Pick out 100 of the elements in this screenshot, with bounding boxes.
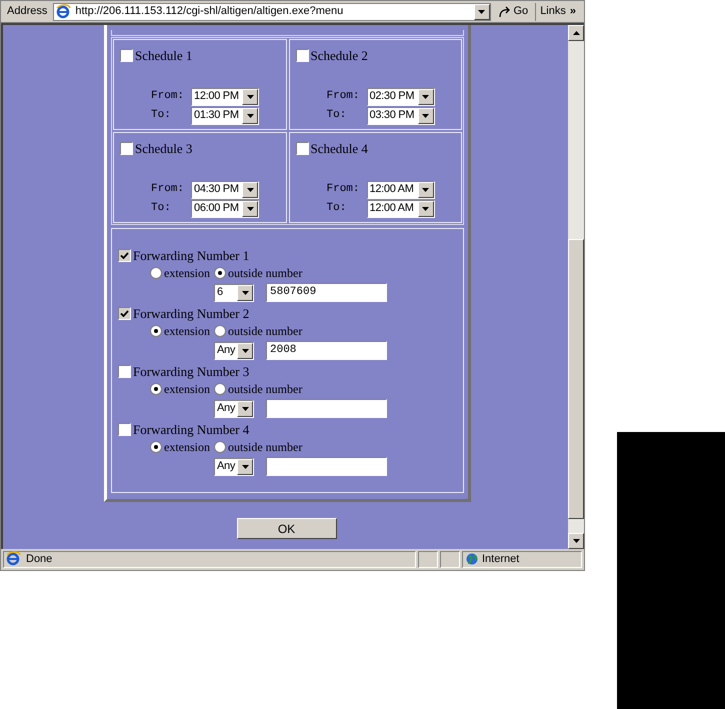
time-label: To: [326,108,348,124]
time-label: From: [326,182,361,198]
dropdown-value: 12:00 PM [193,91,240,102]
time-label: From: [151,182,186,198]
radio-label: outside number [228,438,302,456]
dropdown-button[interactable] [418,182,434,198]
dropdown[interactable]: Any [214,342,254,360]
checkbox[interactable] [118,365,131,378]
dropdown[interactable]: 12:00 AM [366,200,434,218]
caret-icon [572,31,580,35]
dropdown-value: Any [216,403,236,414]
number-field[interactable] [266,399,387,418]
checkbox[interactable] [118,307,131,320]
forwarding-label: Forwarding Number 3 [133,362,250,381]
dropdown-button[interactable] [242,200,258,216]
forwarding-label: Forwarding Number 4 [133,420,250,439]
dropdown[interactable]: 06:00 PM [191,200,259,218]
number-field[interactable]: 2008 [266,341,387,360]
dropdown[interactable]: 6 [214,284,254,302]
time-label: To: [151,108,172,124]
status-pane [418,550,438,568]
chevron-icon: » [570,3,576,20]
schedule-label: Schedule 3 [135,140,192,158]
caret-icon [246,206,254,210]
radio-button[interactable] [214,266,226,278]
address-label: Address [6,4,48,20]
number-field[interactable]: 5807609 [266,283,387,302]
checkbox[interactable] [296,49,308,62]
browser-icon [56,4,72,20]
scroll-button[interactable] [568,533,584,549]
dropdown-value: 12:00 AM [368,184,415,195]
number-field[interactable] [266,457,387,476]
dropdown-button[interactable] [237,342,254,358]
check-icon [120,252,129,259]
dropdown-button[interactable] [418,200,434,216]
caret-icon [246,94,254,98]
schedule-label: Schedule 4 [310,140,368,158]
checkbox[interactable] [118,423,131,436]
radio-button[interactable] [150,382,162,394]
check-icon [120,310,129,317]
radio-button[interactable] [214,440,226,452]
caret-icon [242,290,248,294]
dropdown[interactable]: 12:00 AM [366,180,434,198]
radio-label: outside number [228,322,302,340]
dropdown-value: Any [216,461,236,472]
radio-button[interactable] [214,324,226,336]
checkbox[interactable] [120,142,133,156]
scrollbar[interactable] [568,25,584,549]
radio-label: extension [164,322,210,340]
radio-label: extension [164,264,210,282]
dropdown-button[interactable] [242,182,258,198]
dropdown-value: 01:30 PM [193,110,240,121]
caret-icon [242,406,249,410]
dropdown-button[interactable] [418,108,434,124]
caret-icon [422,206,429,210]
dropdown-value: 12:00 AM [368,203,415,214]
time-label: To: [326,201,348,216]
radio-label: outside number [228,264,302,282]
radio-label: extension [164,438,210,456]
dropdown[interactable]: 01:30 PM [191,106,259,124]
globe-icon [466,553,478,565]
dropdown-button[interactable] [418,88,434,104]
url-text: http://206.111.153.112/cgi-shl/altigen/altigen.exe?menu [75,4,344,20]
checkbox[interactable] [296,142,308,156]
dropdown-button[interactable] [237,400,254,416]
dropdown-button[interactable] [474,4,490,20]
scroll-thumb[interactable] [568,239,584,519]
dropdown-value: 03:30 PM [368,110,416,121]
radio-button[interactable] [214,382,226,394]
scroll-button[interactable] [568,25,584,41]
ok-button[interactable]: OK [236,518,336,539]
status-pane [440,550,460,568]
dropdown[interactable]: Any [214,400,254,418]
radio-button[interactable] [150,440,162,452]
dropdown[interactable]: 12:00 PM [191,88,259,106]
caret-icon [572,539,580,543]
dropdown[interactable]: 02:30 PM [366,88,434,106]
forwarding-label: Forwarding Number 2 [133,304,250,323]
links-button[interactable]: Links » [535,2,580,20]
checkbox[interactable] [120,49,133,62]
dropdown-button[interactable] [237,284,253,300]
dropdown-value: 6 [216,287,224,298]
status-text: Done [26,552,52,567]
dropdown-button[interactable] [242,108,258,124]
dropdown[interactable]: 03:30 PM [366,106,434,124]
dropdown-value: 04:30 PM [193,184,240,195]
dropdown[interactable]: 04:30 PM [191,180,259,198]
dropdown-button[interactable] [242,88,258,104]
schedule-label: Schedule 2 [310,47,368,65]
links-label: Links [540,4,566,20]
dropdown-value: 06:00 PM [193,203,240,214]
address-field[interactable]: http://206.111.153.112/cgi-shl/altigen/altigen.exe?menu [53,2,490,20]
caret-icon [246,114,254,118]
go-button[interactable]: Go [494,2,532,20]
dropdown-button[interactable] [237,458,254,474]
radio-button[interactable] [150,266,162,278]
caret-icon [422,94,429,98]
dropdown[interactable]: Any [214,458,254,476]
checkbox[interactable] [118,249,131,262]
radio-button[interactable] [150,324,162,336]
